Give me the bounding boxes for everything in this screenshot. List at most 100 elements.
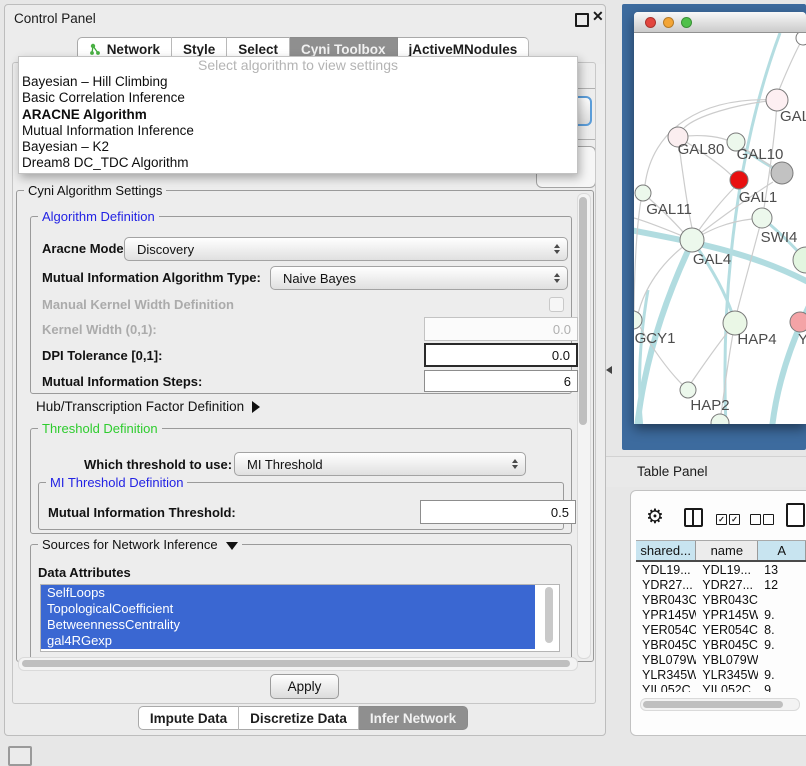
- settings-hscroll-track[interactable]: [18, 657, 578, 671]
- settings-scrollbar-track[interactable]: [577, 193, 591, 659]
- table-cell: 12: [758, 578, 806, 592]
- zoom-traffic-light-icon[interactable]: [681, 17, 692, 28]
- mi-type-select[interactable]: Naive Bayes: [270, 266, 568, 290]
- table-row[interactable]: YLR345WYLR345W9.: [636, 667, 806, 682]
- attribute-item-selfloops[interactable]: SelfLoops: [41, 585, 535, 601]
- network-node-gray-node[interactable]: [771, 162, 793, 184]
- mi-steps-field[interactable]: 6: [424, 370, 578, 392]
- new-table-icon[interactable]: [786, 503, 805, 527]
- panel-scroll-track[interactable]: [595, 64, 605, 700]
- expand-right-icon: [252, 401, 260, 413]
- table-cell: YBR043C: [636, 593, 696, 607]
- table-hscroll-thumb[interactable]: [643, 701, 783, 708]
- settings-hscroll-thumb[interactable]: [22, 660, 570, 667]
- tab-impute-data[interactable]: Impute Data: [138, 706, 239, 730]
- minimized-panel-icon[interactable]: [8, 746, 32, 766]
- gear-icon[interactable]: ⚙: [646, 504, 664, 529]
- algorithm-option-bayesian-k2[interactable]: Bayesian – K2: [19, 139, 577, 155]
- network-node-selected-red[interactable]: [730, 171, 748, 189]
- node-label-gal-top: GAL: [780, 108, 806, 125]
- attribute-item-topologicalcoefficient[interactable]: TopologicalCoefficient: [41, 601, 535, 617]
- network-node-gal1[interactable]: [752, 208, 772, 228]
- table-row[interactable]: YDR27...YDR27...12: [636, 577, 806, 592]
- apply-button[interactable]: Apply: [270, 674, 339, 699]
- table-row[interactable]: YBR045CYBR045C9.: [636, 637, 806, 652]
- table-row[interactable]: YBL079WYBL079W: [636, 652, 806, 667]
- mi-steps-label: Mutual Information Steps:: [42, 374, 202, 389]
- table-row[interactable]: YER054CYER054C8.: [636, 622, 806, 637]
- dpi-tolerance-label: DPI Tolerance [0,1]:: [42, 348, 162, 363]
- hub-section-toggle[interactable]: Hub/Transcription Factor Definition: [36, 399, 260, 414]
- kernel-width-field[interactable]: 0.0: [424, 317, 578, 341]
- table-cell: YDR27...: [696, 578, 758, 592]
- column-header-shared[interactable]: shared...: [636, 541, 696, 560]
- combo-arrows-icon: [554, 244, 560, 254]
- dpi-tolerance-field[interactable]: 0.0: [424, 343, 578, 367]
- tab-label: Select: [238, 42, 278, 57]
- unchecked-checkbox-icon[interactable]: [763, 514, 774, 525]
- splitter-collapse-icon[interactable]: [606, 366, 612, 374]
- close-icon[interactable]: ✕: [592, 8, 604, 25]
- manual-kernel-checkbox[interactable]: [549, 297, 564, 312]
- checked-checkbox-icon[interactable]: ✓: [729, 514, 740, 525]
- hub-section-label: Hub/Transcription Factor Definition: [36, 399, 244, 414]
- algorithm-option-bayesian-hill-climbing[interactable]: Bayesian – Hill Climbing: [19, 74, 577, 90]
- table-row[interactable]: YPR145WYPR145W9.: [636, 607, 806, 622]
- which-threshold-select[interactable]: MI Threshold: [234, 452, 526, 476]
- tab-label: Style: [183, 42, 215, 57]
- table-row[interactable]: YDL19...YDL19...13: [636, 562, 806, 577]
- table-cell: YDL19...: [636, 563, 696, 577]
- algorithm-option-dream8-dc-tdc-algorithm[interactable]: Dream8 DC_TDC Algorithm: [19, 155, 577, 171]
- sources-title[interactable]: Sources for Network Inference: [38, 537, 242, 552]
- network-canvas[interactable]: GALGAL80GAL10GAL1GAL11SWI4GAL4GCY1HAP4YH…: [634, 33, 806, 424]
- sources-title-label: Sources for Network Inference: [42, 537, 218, 552]
- network-node-gal11[interactable]: [635, 185, 651, 201]
- bottom-tab-bar: Impute Data Discretize Data Infer Network: [24, 706, 582, 730]
- cyni-settings-title: Cyni Algorithm Settings: [24, 183, 166, 198]
- tab-label: jActiveMNodules: [409, 42, 518, 57]
- table-cell: YBL079W: [636, 653, 696, 667]
- close-traffic-light-icon[interactable]: [645, 17, 656, 28]
- network-node-unnamed-top[interactable]: [796, 33, 806, 45]
- unchecked-checkbox-icon[interactable]: [750, 514, 761, 525]
- tab-label: Network: [107, 42, 160, 57]
- network-node-hap2[interactable]: [680, 382, 696, 398]
- tab-discretize-data[interactable]: Discretize Data: [239, 706, 359, 730]
- network-node-swi4[interactable]: [793, 247, 806, 273]
- split-view-icon[interactable]: [684, 508, 703, 527]
- table-cell: YER054C: [636, 623, 696, 637]
- network-node-gcy1[interactable]: [634, 311, 642, 329]
- settings-scrollbar-thumb[interactable]: [579, 197, 587, 425]
- algorithm-option-aracne-algorithm[interactable]: ARACNE Algorithm: [19, 107, 577, 123]
- algorithm-option-basic-correlation-inference[interactable]: Basic Correlation Inference: [19, 90, 577, 106]
- network-icon: [89, 43, 102, 56]
- checked-checkbox-icon[interactable]: ✓: [716, 514, 727, 525]
- mi-threshold-field[interactable]: 0.5: [420, 500, 576, 524]
- tab-infer-network[interactable]: Infer Network: [359, 706, 468, 730]
- table-row[interactable]: YBR043CYBR043C: [636, 592, 806, 607]
- algorithm-option-mutual-information-inference[interactable]: Mutual Information Inference: [19, 123, 577, 139]
- table-cell: 13: [758, 563, 806, 577]
- table-cell: YBR045C: [636, 638, 696, 652]
- algorithm-dropdown-popup: Select algorithm to view settings Bayesi…: [18, 56, 578, 174]
- attribute-item-betweennesscentrality[interactable]: BetweennessCentrality: [41, 617, 535, 633]
- network-window-titlebar[interactable]: [634, 12, 806, 33]
- table-cell: YPR145W: [636, 608, 696, 622]
- minimize-traffic-light-icon[interactable]: [663, 17, 674, 28]
- table-row[interactable]: YIL052CYIL052C9.: [636, 682, 806, 692]
- aracne-mode-select[interactable]: Discovery: [124, 237, 568, 261]
- table-hscroll-track[interactable]: [640, 698, 800, 711]
- node-label-hap2: HAP2: [690, 397, 729, 414]
- mi-threshold-group-title: MI Threshold Definition: [46, 475, 187, 490]
- network-node-y-partial[interactable]: [790, 312, 806, 332]
- attributes-scrollbar-thumb[interactable]: [545, 587, 553, 643]
- node-label-y-partial: Y: [798, 331, 806, 348]
- network-node-gal4[interactable]: [680, 228, 704, 252]
- float-window-icon[interactable]: [575, 13, 589, 27]
- column-header-a[interactable]: A: [758, 541, 806, 560]
- tab-label: Discretize Data: [250, 711, 347, 726]
- attribute-item-gal4rgexp[interactable]: gal4RGexp: [41, 633, 535, 649]
- column-header-name[interactable]: name: [696, 541, 758, 560]
- attributes-scrollbar-track[interactable]: [544, 586, 555, 648]
- node-label-gal1: GAL1: [739, 189, 777, 206]
